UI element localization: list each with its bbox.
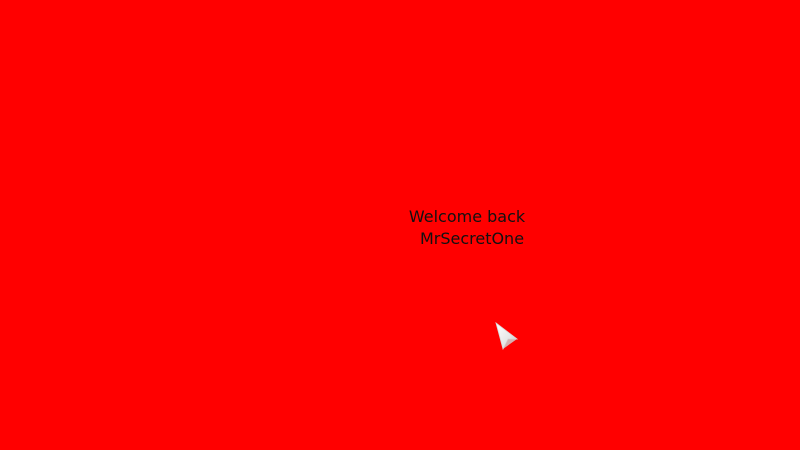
mouse-pointer-icon <box>495 322 519 351</box>
welcome-message: Welcome back MrSecretOne <box>408 206 532 250</box>
welcome-greeting: Welcome back <box>408 207 526 226</box>
username-label: MrSecretOne <box>419 229 525 248</box>
welcome-screen: Welcome back MrSecretOne <box>0 0 800 450</box>
